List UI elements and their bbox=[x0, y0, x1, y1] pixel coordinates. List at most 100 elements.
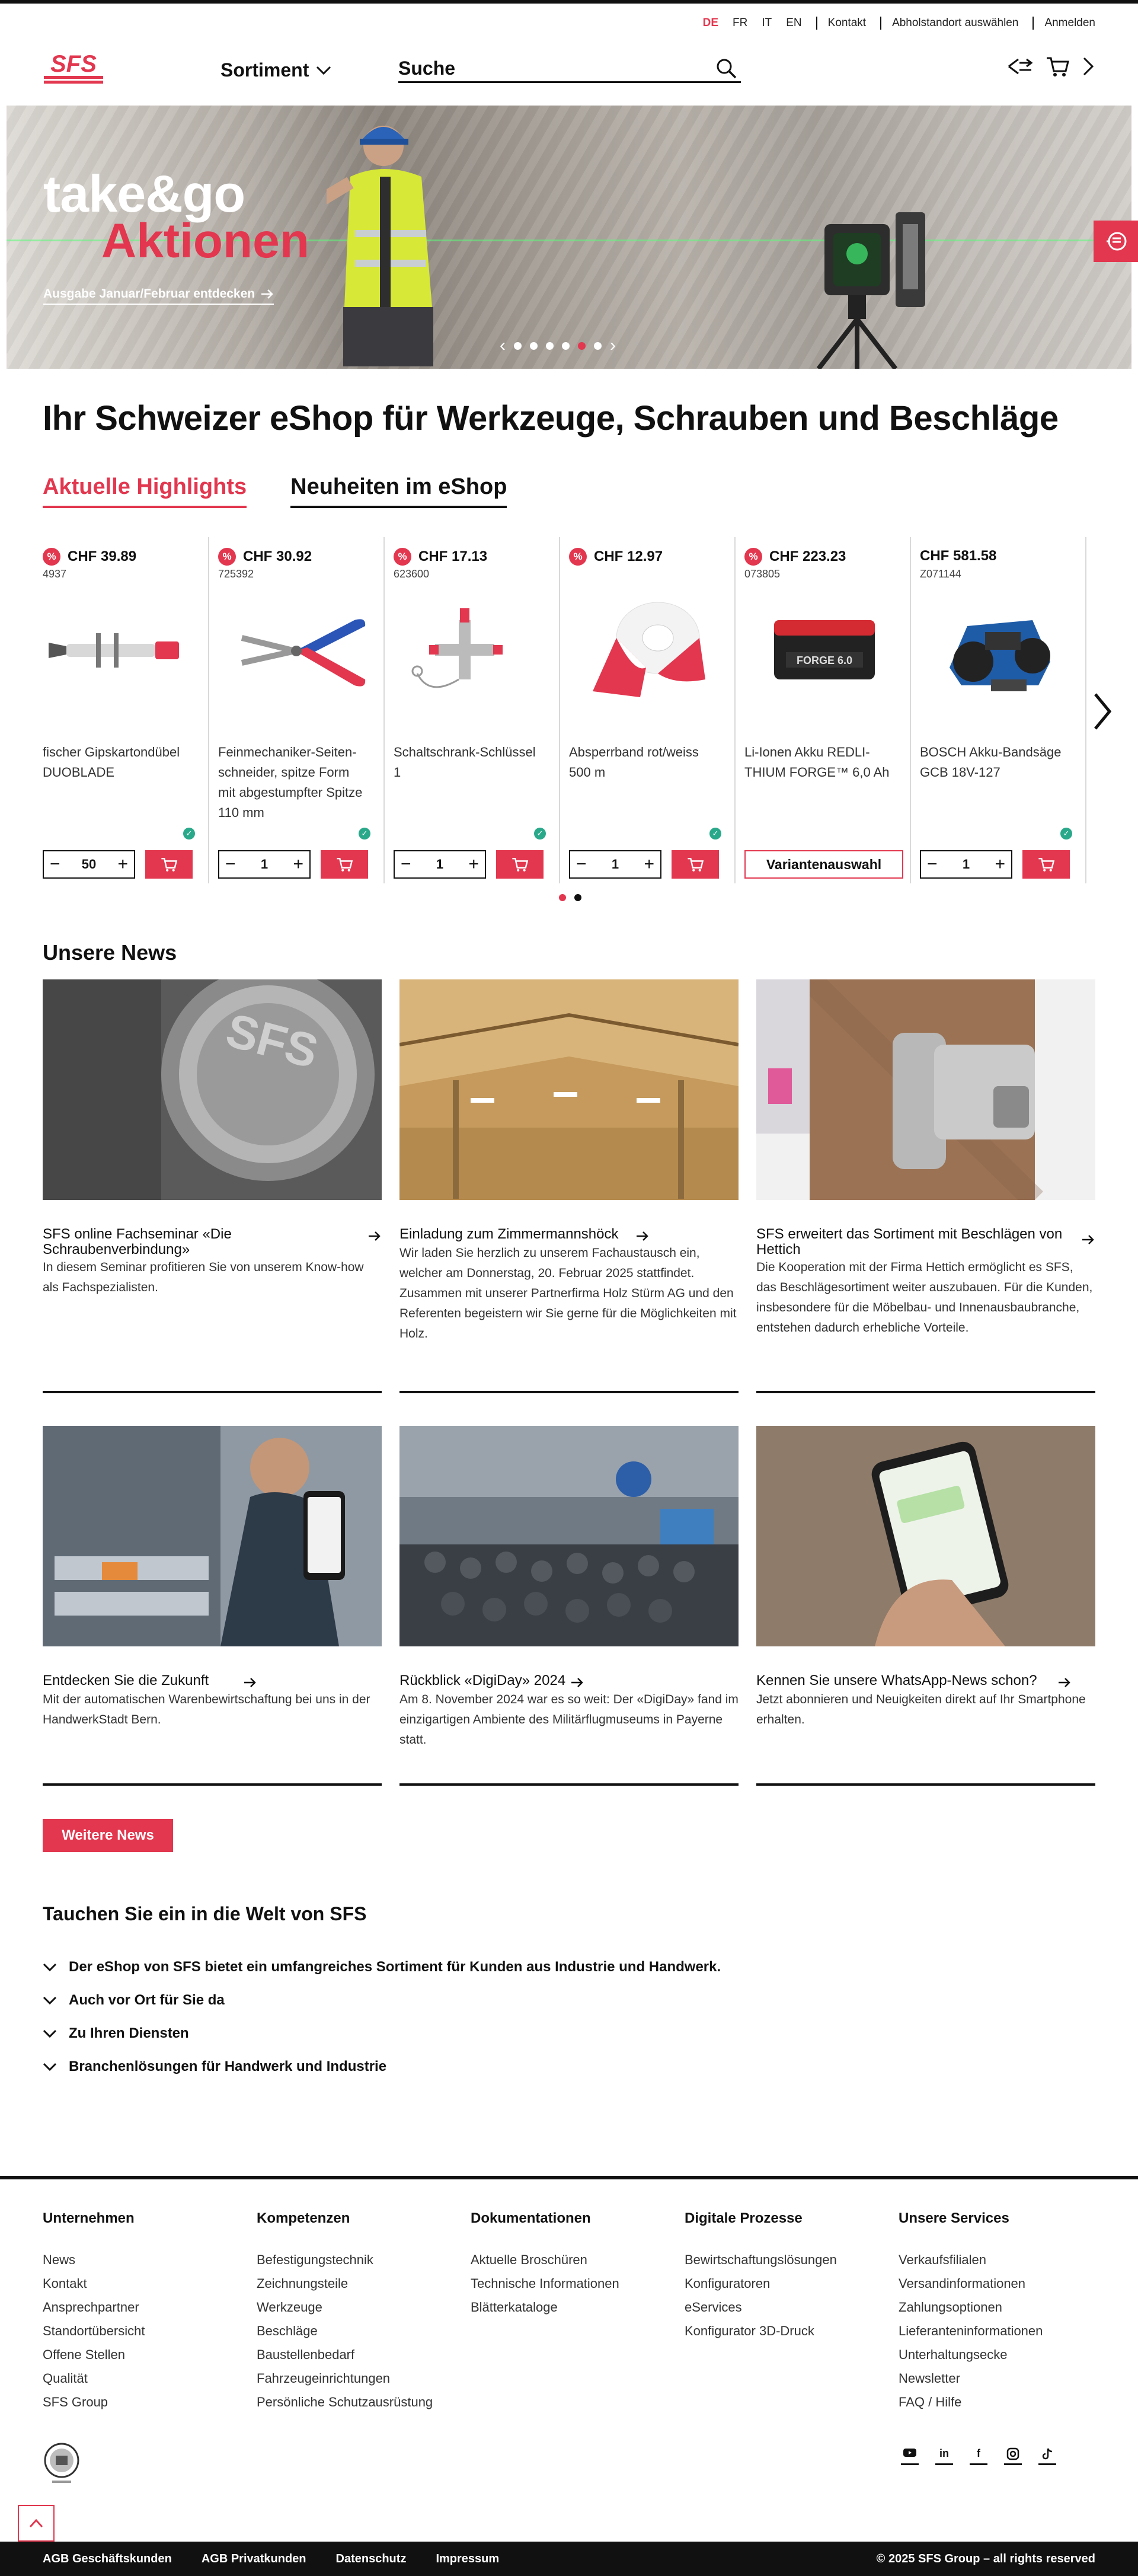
add-to-cart-button[interactable] bbox=[496, 850, 544, 879]
news-title[interactable]: Entdecken Sie die Zukunft bbox=[43, 1673, 209, 1688]
footer-link[interactable]: Aktuelle Broschüren bbox=[471, 2248, 685, 2272]
footer-link[interactable]: Blätterkataloge bbox=[471, 2296, 685, 2319]
slide-dot[interactable] bbox=[514, 341, 522, 350]
plus-icon[interactable]: + bbox=[293, 856, 303, 873]
carousel-next-button[interactable] bbox=[1091, 691, 1114, 732]
lang-de[interactable]: DE bbox=[703, 17, 718, 30]
accordion-item[interactable]: Der eShop von SFS bietet ein umfangreich… bbox=[43, 1951, 721, 1984]
hero-cta-link[interactable]: Ausgabe Januar/Februar entdecken bbox=[43, 287, 274, 305]
footer-link[interactable]: Kontakt bbox=[43, 2272, 257, 2296]
feedback-tab[interactable] bbox=[1094, 221, 1138, 262]
slide-dot[interactable] bbox=[546, 341, 554, 350]
footer-link[interactable]: Offene Stellen bbox=[43, 2343, 257, 2367]
footer-link[interactable]: Newsletter bbox=[899, 2367, 1095, 2390]
footer-link[interactable]: FAQ / Hilfe bbox=[899, 2390, 1095, 2414]
news-card[interactable]: Kennen Sie unsere WhatsApp-News schon? J… bbox=[756, 1426, 1095, 1786]
news-title[interactable]: SFS online Fachseminar «Die Schraubenver… bbox=[43, 1227, 357, 1257]
news-title[interactable]: Rückblick «DigiDay» 2024 bbox=[399, 1673, 565, 1688]
footer-link[interactable]: Lieferanteninformationen bbox=[899, 2319, 1095, 2343]
footer-link[interactable]: Beschläge bbox=[257, 2319, 471, 2343]
contact-link[interactable]: Kontakt bbox=[828, 17, 866, 30]
footer-link[interactable]: Standortübersicht bbox=[43, 2319, 257, 2343]
privacy-link[interactable]: Datenschutz bbox=[336, 2552, 407, 2566]
footer-link[interactable]: Versandinformationen bbox=[899, 2272, 1095, 2296]
lang-en[interactable]: EN bbox=[786, 17, 801, 30]
lang-fr[interactable]: FR bbox=[733, 17, 747, 30]
product-card[interactable]: % CHF 30.92 725392 Feinmechaniker-Seiten-… bbox=[209, 537, 385, 883]
news-card[interactable]: Rückblick «DigiDay» 2024 Am 8. November … bbox=[399, 1426, 739, 1786]
login-link[interactable]: Anmelden bbox=[1044, 17, 1095, 30]
quantity-value[interactable]: 50 bbox=[82, 857, 96, 872]
quantity-stepper[interactable]: − 1 + bbox=[394, 850, 486, 879]
page-dot[interactable] bbox=[574, 894, 581, 901]
back-to-top-button[interactable] bbox=[18, 2505, 55, 2542]
minus-icon[interactable]: − bbox=[576, 856, 587, 873]
footer-link[interactable]: Fahrzeugeinrichtungen bbox=[257, 2367, 471, 2390]
add-to-cart-button[interactable] bbox=[145, 850, 193, 879]
accordion-item[interactable]: Auch vor Ort für Sie da bbox=[43, 1984, 721, 2017]
footer-link[interactable]: News bbox=[43, 2248, 257, 2272]
minus-icon[interactable]: − bbox=[401, 856, 411, 873]
quantity-value[interactable]: 1 bbox=[612, 857, 619, 872]
footer-link[interactable]: Konfiguratoren bbox=[685, 2272, 899, 2296]
footer-link[interactable]: SFS Group bbox=[43, 2390, 257, 2414]
plus-icon[interactable]: + bbox=[644, 856, 654, 873]
add-to-cart-button[interactable] bbox=[672, 850, 719, 879]
slide-dot[interactable] bbox=[562, 341, 570, 350]
pickup-location-link[interactable]: Abholstandort auswählen bbox=[892, 17, 1018, 30]
slide-dot[interactable] bbox=[594, 341, 602, 350]
footer-link[interactable]: Persönliche Schutzausrüstung bbox=[257, 2390, 471, 2414]
footer-link[interactable]: Konfigurator 3D-Druck bbox=[685, 2319, 899, 2343]
plus-icon[interactable]: + bbox=[995, 856, 1005, 873]
quantity-value[interactable]: 1 bbox=[261, 857, 268, 872]
lang-it[interactable]: IT bbox=[762, 17, 772, 30]
product-card[interactable]: % CHF 223.23 073805 FORGE 6.0 Li-Ionen Ak… bbox=[736, 537, 911, 883]
footer-link[interactable]: Ansprechpartner bbox=[43, 2296, 257, 2319]
quantity-value[interactable]: 1 bbox=[436, 857, 443, 872]
sortiment-menu[interactable]: Sortiment bbox=[220, 59, 331, 81]
add-to-cart-button[interactable] bbox=[321, 850, 368, 879]
quantity-stepper[interactable]: − 1 + bbox=[569, 850, 661, 879]
news-card[interactable]: SFS SFS online Fachseminar «Die Schraube… bbox=[43, 968, 382, 1393]
search-icon[interactable] bbox=[715, 57, 739, 81]
page-dot-active[interactable] bbox=[559, 894, 566, 901]
next-slide-button[interactable]: › bbox=[610, 337, 616, 355]
footer-link[interactable]: Bewirtschaftungslösungen bbox=[685, 2248, 899, 2272]
tiktok-icon[interactable] bbox=[1038, 2447, 1056, 2465]
variant-select-button[interactable]: Variantenauswahl bbox=[744, 850, 903, 879]
footer-link[interactable]: Zahlungsoptionen bbox=[899, 2296, 1095, 2319]
quantity-stepper[interactable]: − 1 + bbox=[218, 850, 311, 879]
hero-banner[interactable]: take&go Aktionen Ausgabe Januar/Februar … bbox=[7, 106, 1131, 369]
sfs-logo[interactable]: SFS bbox=[43, 52, 104, 84]
plus-icon[interactable]: + bbox=[117, 856, 128, 873]
footer-link[interactable]: Unterhaltungsecke bbox=[899, 2343, 1095, 2367]
terms-business-link[interactable]: AGB Geschäftskunden bbox=[43, 2552, 172, 2566]
minus-icon[interactable]: − bbox=[50, 856, 60, 873]
accordion-item[interactable]: Branchenlösungen für Handwerk und Indust… bbox=[43, 2050, 721, 2083]
compare-icon[interactable] bbox=[1006, 55, 1034, 78]
add-to-cart-button[interactable] bbox=[1022, 850, 1070, 879]
news-title[interactable]: Einladung zum Zimmermannshöck bbox=[399, 1227, 618, 1242]
news-title[interactable]: SFS erweitert das Sortiment mit Beschläg… bbox=[756, 1227, 1070, 1257]
product-card[interactable]: % CHF 17.13 623600 Schaltschrank-Schlüsse… bbox=[385, 537, 560, 883]
news-card[interactable]: Einladung zum Zimmermannshöck Wir laden … bbox=[399, 979, 739, 1393]
product-card[interactable]: % CHF 12.97 Absperrband rot/weiss 500 m ✓… bbox=[560, 537, 736, 883]
product-card[interactable]: % CHF 39.89 4937 fischer Gipskartondübel … bbox=[34, 537, 209, 883]
chevron-right-icon[interactable] bbox=[1081, 55, 1095, 78]
footer-link[interactable]: Technische Informationen bbox=[471, 2272, 685, 2296]
news-card[interactable]: Entdecken Sie die Zukunft Mit der automa… bbox=[43, 1426, 382, 1786]
slide-dot[interactable] bbox=[530, 341, 538, 350]
accordion-item[interactable]: Zu Ihren Diensten bbox=[43, 2017, 721, 2050]
quantity-stepper[interactable]: − 50 + bbox=[43, 850, 135, 879]
plus-icon[interactable]: + bbox=[468, 856, 479, 873]
footer-link[interactable]: Werkzeuge bbox=[257, 2296, 471, 2319]
minus-icon[interactable]: − bbox=[927, 856, 938, 873]
more-news-button[interactable]: Weitere News bbox=[43, 1819, 173, 1852]
tab-highlights[interactable]: Aktuelle Highlights bbox=[43, 474, 247, 508]
footer-link[interactable]: Befestigungstechnik bbox=[257, 2248, 471, 2272]
footer-link[interactable]: Zeichnungsteile bbox=[257, 2272, 471, 2296]
imprint-link[interactable]: Impressum bbox=[436, 2552, 499, 2566]
footer-link[interactable]: Verkaufsfilialen bbox=[899, 2248, 1095, 2272]
quantity-stepper[interactable]: − 1 + bbox=[920, 850, 1012, 879]
footer-link[interactable]: Baustellenbedarf bbox=[257, 2343, 471, 2367]
